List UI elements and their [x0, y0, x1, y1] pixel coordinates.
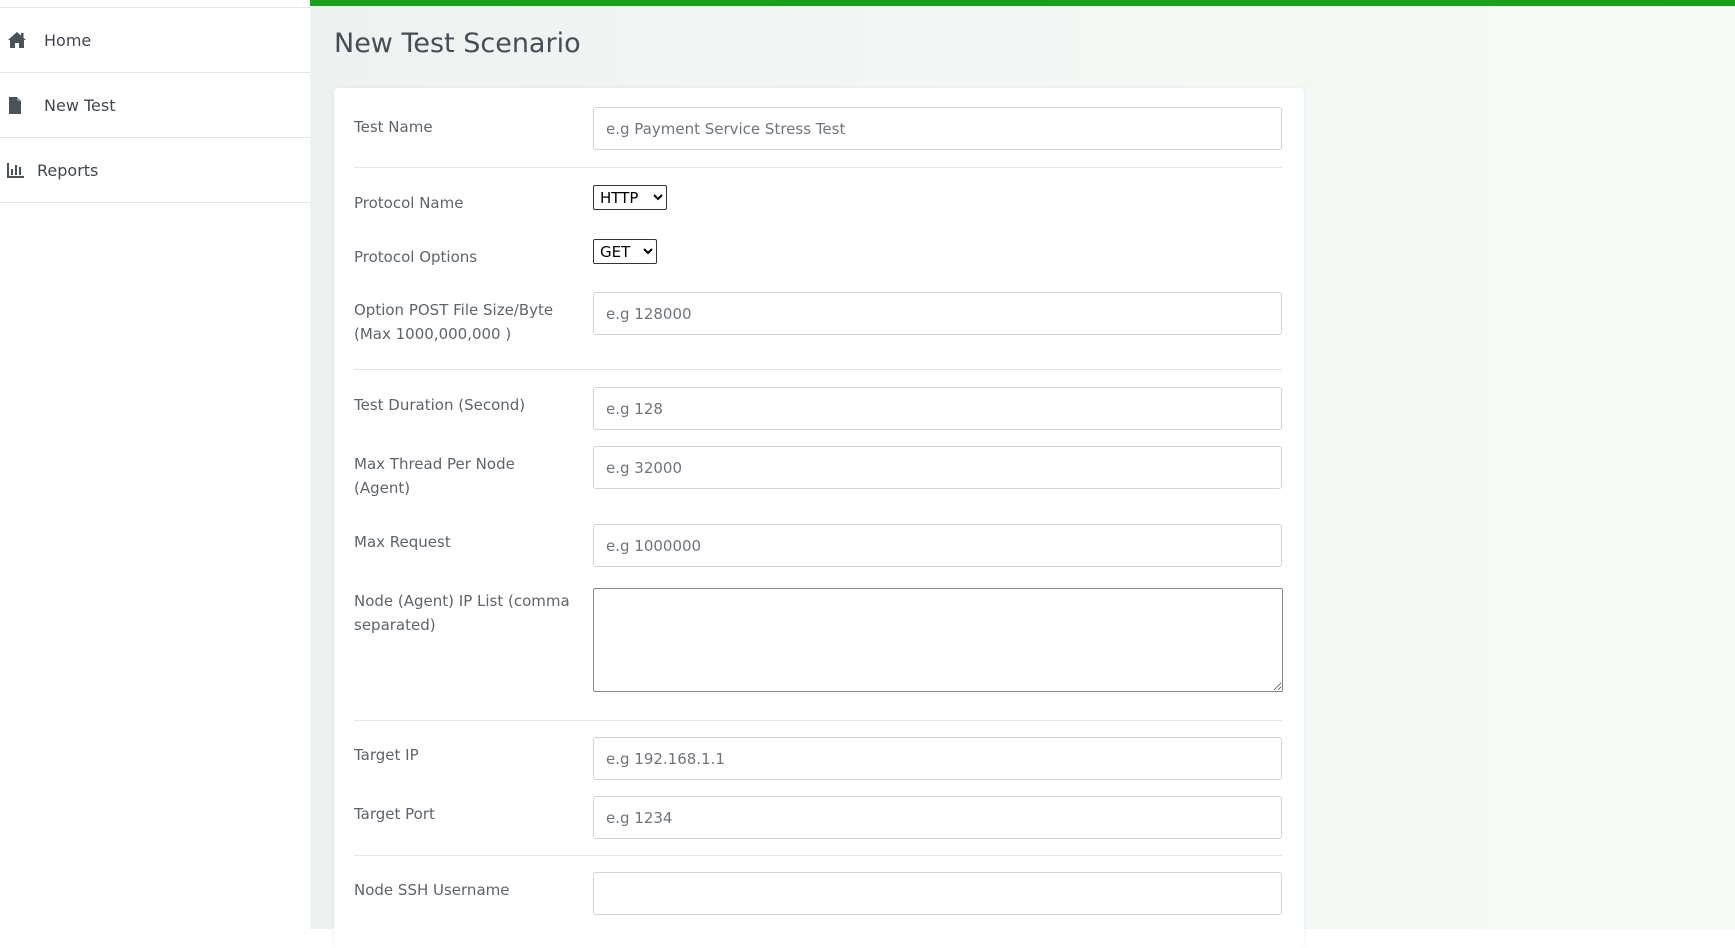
- test-name-input[interactable]: [593, 107, 1282, 150]
- protocol-options-label: Protocol Options: [354, 248, 478, 266]
- max-thread-input[interactable]: [593, 446, 1282, 489]
- sidebar-item-reports[interactable]: Reports: [0, 138, 310, 203]
- ssh-username-input[interactable]: [593, 872, 1282, 915]
- file-icon: [7, 95, 29, 115]
- target-ip-input[interactable]: [593, 737, 1282, 780]
- ssh-username-label: Node SSH Username: [354, 881, 510, 899]
- home-icon: [7, 30, 29, 50]
- test-name-label: Test Name: [354, 118, 433, 136]
- top-progress-bar: [310, 0, 1735, 6]
- sidebar-item-label: New Test: [44, 95, 116, 115]
- main-content: New Test Scenario Test Name Protocol Nam…: [310, 0, 1735, 948]
- bar-chart-icon: [7, 160, 29, 180]
- target-port-label: Target Port: [354, 805, 435, 823]
- form-divider: [354, 720, 1282, 721]
- sidebar-item-label: Reports: [37, 160, 99, 180]
- target-ip-label: Target IP: [354, 746, 419, 764]
- node-ip-list-textarea[interactable]: [593, 588, 1283, 692]
- max-thread-label: Max Thread Per Node (Agent): [354, 455, 515, 497]
- protocol-options-select[interactable]: GET: [593, 239, 657, 264]
- protocol-name-label: Protocol Name: [354, 194, 464, 212]
- sidebar-item-home[interactable]: Home: [0, 8, 310, 73]
- form-divider: [354, 855, 1282, 856]
- sidebar-item-label: Home: [44, 30, 92, 50]
- sidebar-top-divider: [0, 0, 310, 8]
- node-ip-list-label: Node (Agent) IP List (comma separated): [354, 592, 570, 634]
- form-divider: [354, 167, 1282, 168]
- post-file-size-label: Option POST File Size/Byte (Max 1000,000…: [354, 301, 554, 343]
- post-file-size-input[interactable]: [593, 292, 1282, 335]
- test-scenario-form: Test Name Protocol Name HTTP Protocol Op…: [334, 88, 1304, 948]
- max-request-label: Max Request: [354, 533, 451, 551]
- target-port-input[interactable]: [593, 796, 1282, 839]
- test-duration-label: Test Duration (Second): [354, 396, 526, 414]
- sidebar: Home New Test Reports: [0, 0, 311, 929]
- form-divider: [354, 369, 1282, 370]
- page-title: New Test Scenario: [334, 28, 581, 59]
- protocol-name-select[interactable]: HTTP: [593, 185, 667, 210]
- max-request-input[interactable]: [593, 524, 1282, 567]
- test-duration-input[interactable]: [593, 387, 1282, 430]
- sidebar-item-new-test[interactable]: New Test: [0, 73, 310, 138]
